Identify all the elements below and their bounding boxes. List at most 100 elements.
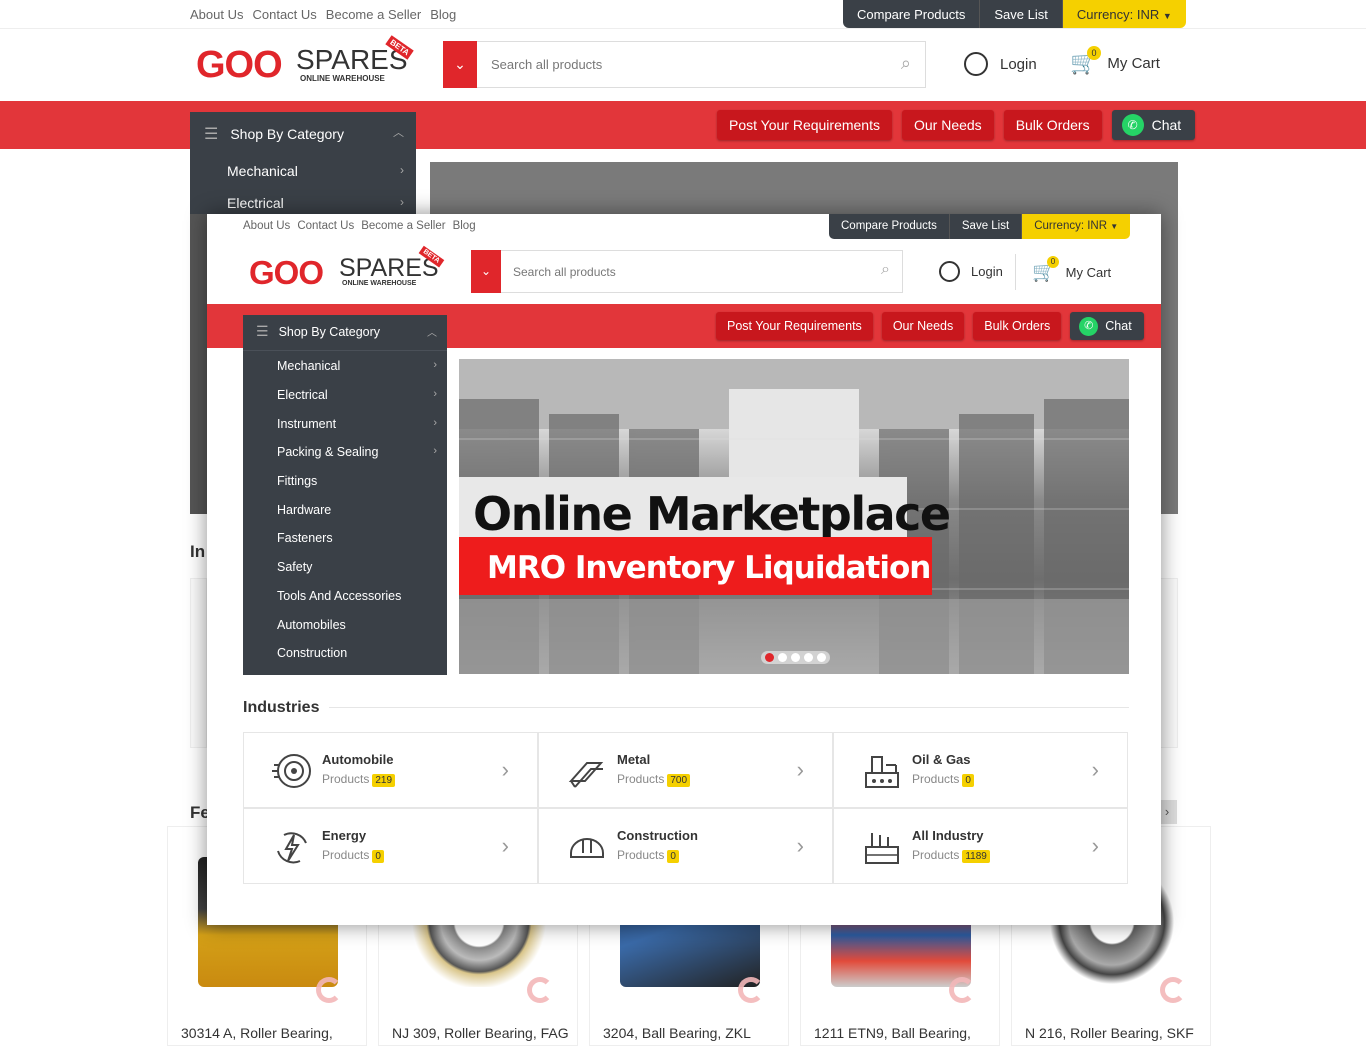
carousel-dot[interactable] bbox=[778, 653, 787, 662]
bg-top-links: About Us Contact Us Become a Seller Blog bbox=[190, 7, 456, 22]
hero-subline: MRO Inventory Liquidation bbox=[487, 550, 931, 586]
link-blog[interactable]: Blog bbox=[453, 220, 476, 232]
cart-link[interactable]: 🛒 My Cart 0 bbox=[1032, 256, 1111, 284]
category-sidebar: ☰ Shop By Category ︿ Mechanical › Electri… bbox=[243, 315, 447, 675]
industries-title: Industries bbox=[243, 699, 320, 716]
watermark-g-icon bbox=[1160, 977, 1186, 1003]
bg-industries-heading-partial: In bbox=[190, 542, 206, 561]
industry-card-automobile[interactable]: Automobile Products 219 › bbox=[243, 732, 538, 808]
bg-sidebar-item-electrical[interactable]: Electrical bbox=[227, 195, 284, 211]
cart-count-badge: 0 bbox=[1087, 46, 1101, 60]
bg-red-nav-buttons: Post Your Requirements Our Needs Bulk Or… bbox=[717, 110, 1196, 140]
product-name: 3204, Ball Bearing, ZKL bbox=[603, 1025, 751, 1041]
carousel-dot[interactable] bbox=[765, 653, 774, 662]
search-icon[interactable]: ⌕ bbox=[901, 53, 911, 74]
chevron-right-icon: › bbox=[433, 417, 437, 429]
link-contact[interactable]: Contact Us bbox=[252, 7, 316, 22]
industry-card-metal[interactable]: Metal Products 700 › bbox=[538, 732, 833, 808]
sidebar-header[interactable]: ☰ Shop By Category bbox=[256, 323, 380, 340]
bg-login[interactable]: Login bbox=[964, 52, 1037, 76]
our-needs-button[interactable]: Our Needs bbox=[881, 312, 965, 340]
chat-button[interactable]: ✆ Chat bbox=[1070, 312, 1144, 340]
chevron-right-icon: › bbox=[501, 833, 509, 858]
link-about[interactable]: About Us bbox=[190, 7, 243, 22]
sidebar-item-automobiles[interactable]: Automobiles bbox=[277, 618, 346, 632]
product-count-badge: 0 bbox=[372, 850, 384, 863]
compare-products-tab[interactable]: Compare Products bbox=[829, 214, 950, 239]
currency-selector[interactable]: Currency: INR ▼ bbox=[1022, 214, 1131, 239]
chevron-right-icon: › bbox=[796, 833, 804, 858]
save-list-tab[interactable]: Save List bbox=[980, 0, 1063, 28]
product-count-badge: 0 bbox=[667, 850, 679, 863]
industry-card-all-industry[interactable]: All Industry Products 1189 › bbox=[833, 808, 1128, 884]
hard-hat-icon bbox=[570, 838, 604, 858]
sidebar-item-hardware[interactable]: Hardware bbox=[277, 503, 331, 517]
bg-category-sidebar: ☰ Shop By Category ︿ Mechanical › Electr… bbox=[190, 112, 416, 214]
sidebar-item-fasteners[interactable]: Fasteners bbox=[277, 531, 333, 545]
chevron-right-icon: › bbox=[433, 388, 437, 400]
bg-category-dropdown-button[interactable]: ⌄ bbox=[443, 41, 477, 88]
chevron-right-icon: › bbox=[501, 757, 509, 782]
industry-card-construction[interactable]: Construction Products 0 › bbox=[538, 808, 833, 884]
bg-cart[interactable]: 🛒 My Cart 0 bbox=[1070, 46, 1160, 76]
chevron-down-icon: ▼ bbox=[1110, 222, 1119, 231]
carousel-dot[interactable] bbox=[817, 653, 826, 662]
bulk-orders-button[interactable]: Bulk Orders bbox=[973, 312, 1062, 340]
carousel-dot[interactable] bbox=[804, 653, 813, 662]
sidebar-divider bbox=[243, 350, 447, 351]
link-blog[interactable]: Blog bbox=[430, 7, 456, 22]
bg-sidebar-continuation bbox=[190, 214, 208, 514]
sidebar-item-tools-accessories[interactable]: Tools And Accessories bbox=[277, 589, 401, 603]
product-name: 1211 ETN9, Ball Bearing, bbox=[814, 1025, 971, 1041]
product-name: N 216, Roller Bearing, SKF bbox=[1025, 1025, 1194, 1041]
compare-products-tab[interactable]: Compare Products bbox=[843, 0, 981, 28]
user-icon bbox=[939, 261, 960, 282]
logo[interactable]: GOO SPARES ONLINE WAREHOUSE BETA bbox=[249, 245, 449, 294]
hero-headline: Online Marketplace bbox=[473, 487, 951, 541]
save-list-tab[interactable]: Save List bbox=[949, 214, 1023, 239]
post-requirements-button[interactable]: Post Your Requirements bbox=[716, 312, 873, 340]
product-count-badge: 1189 bbox=[962, 850, 990, 863]
product-name: 30314 A, Roller Bearing, bbox=[181, 1025, 333, 1041]
carousel-dot[interactable] bbox=[791, 653, 800, 662]
category-dropdown-button[interactable]: ⌄ bbox=[471, 250, 501, 293]
bg-logo[interactable]: GOO SPARES ONLINE WAREHOUSE BETA bbox=[196, 35, 416, 88]
hero-banner[interactable]: Online Marketplace MRO Inventory Liquida… bbox=[459, 359, 1129, 674]
sidebar-item-safety[interactable]: Safety bbox=[277, 560, 312, 574]
link-become-seller[interactable]: Become a Seller bbox=[361, 220, 445, 232]
our-needs-button[interactable]: Our Needs bbox=[901, 110, 994, 140]
chat-button[interactable]: ✆ Chat bbox=[1111, 110, 1196, 140]
factory-icon bbox=[865, 833, 899, 864]
post-requirements-button[interactable]: Post Your Requirements bbox=[717, 110, 892, 140]
sidebar-item-fittings[interactable]: Fittings bbox=[277, 474, 317, 488]
bg-sidebar-item-mechanical[interactable]: Mechanical bbox=[227, 163, 298, 179]
bg-search-input[interactable]: Search all products ⌕ bbox=[443, 41, 926, 88]
link-contact[interactable]: Contact Us bbox=[297, 220, 354, 232]
watermark-g-icon bbox=[316, 977, 342, 1003]
search-icon[interactable]: ⌕ bbox=[881, 261, 890, 279]
sidebar-item-construction[interactable]: Construction bbox=[277, 646, 347, 660]
industry-card-energy[interactable]: Energy Products 0 › bbox=[243, 808, 538, 884]
watermark-g-icon bbox=[949, 977, 975, 1003]
bg-sidebar-header[interactable]: ☰ Shop By Category bbox=[204, 124, 344, 144]
oil-rig-icon bbox=[865, 756, 899, 788]
hamburger-icon: ☰ bbox=[256, 323, 269, 339]
hamburger-icon: ☰ bbox=[204, 126, 219, 143]
energy-bolt-icon bbox=[277, 832, 307, 864]
currency-selector[interactable]: Currency: INR ▼ bbox=[1062, 0, 1186, 28]
link-about[interactable]: About Us bbox=[243, 220, 290, 232]
chevron-down-icon: ⌄ bbox=[454, 56, 466, 72]
chevron-right-icon: › bbox=[400, 163, 404, 177]
cart-count-badge: 0 bbox=[1047, 256, 1059, 268]
bg-top-tabs: Compare Products Save List Currency: INR… bbox=[843, 0, 1186, 28]
search-input[interactable]: Search all products ⌕ bbox=[471, 250, 903, 293]
chevron-right-icon: › bbox=[400, 195, 404, 209]
login-link[interactable]: Login bbox=[939, 261, 1003, 282]
red-nav-buttons: Post Your Requirements Our Needs Bulk Or… bbox=[716, 312, 1144, 340]
bulk-orders-button[interactable]: Bulk Orders bbox=[1003, 110, 1102, 140]
top-links: About Us Contact Us Become a Seller Blog bbox=[243, 220, 476, 232]
watermark-g-icon bbox=[527, 977, 553, 1003]
link-become-seller[interactable]: Become a Seller bbox=[326, 7, 421, 22]
industry-card-oil-gas[interactable]: Oil & Gas Products 0 › bbox=[833, 732, 1128, 808]
chevron-right-icon: › bbox=[796, 757, 804, 782]
